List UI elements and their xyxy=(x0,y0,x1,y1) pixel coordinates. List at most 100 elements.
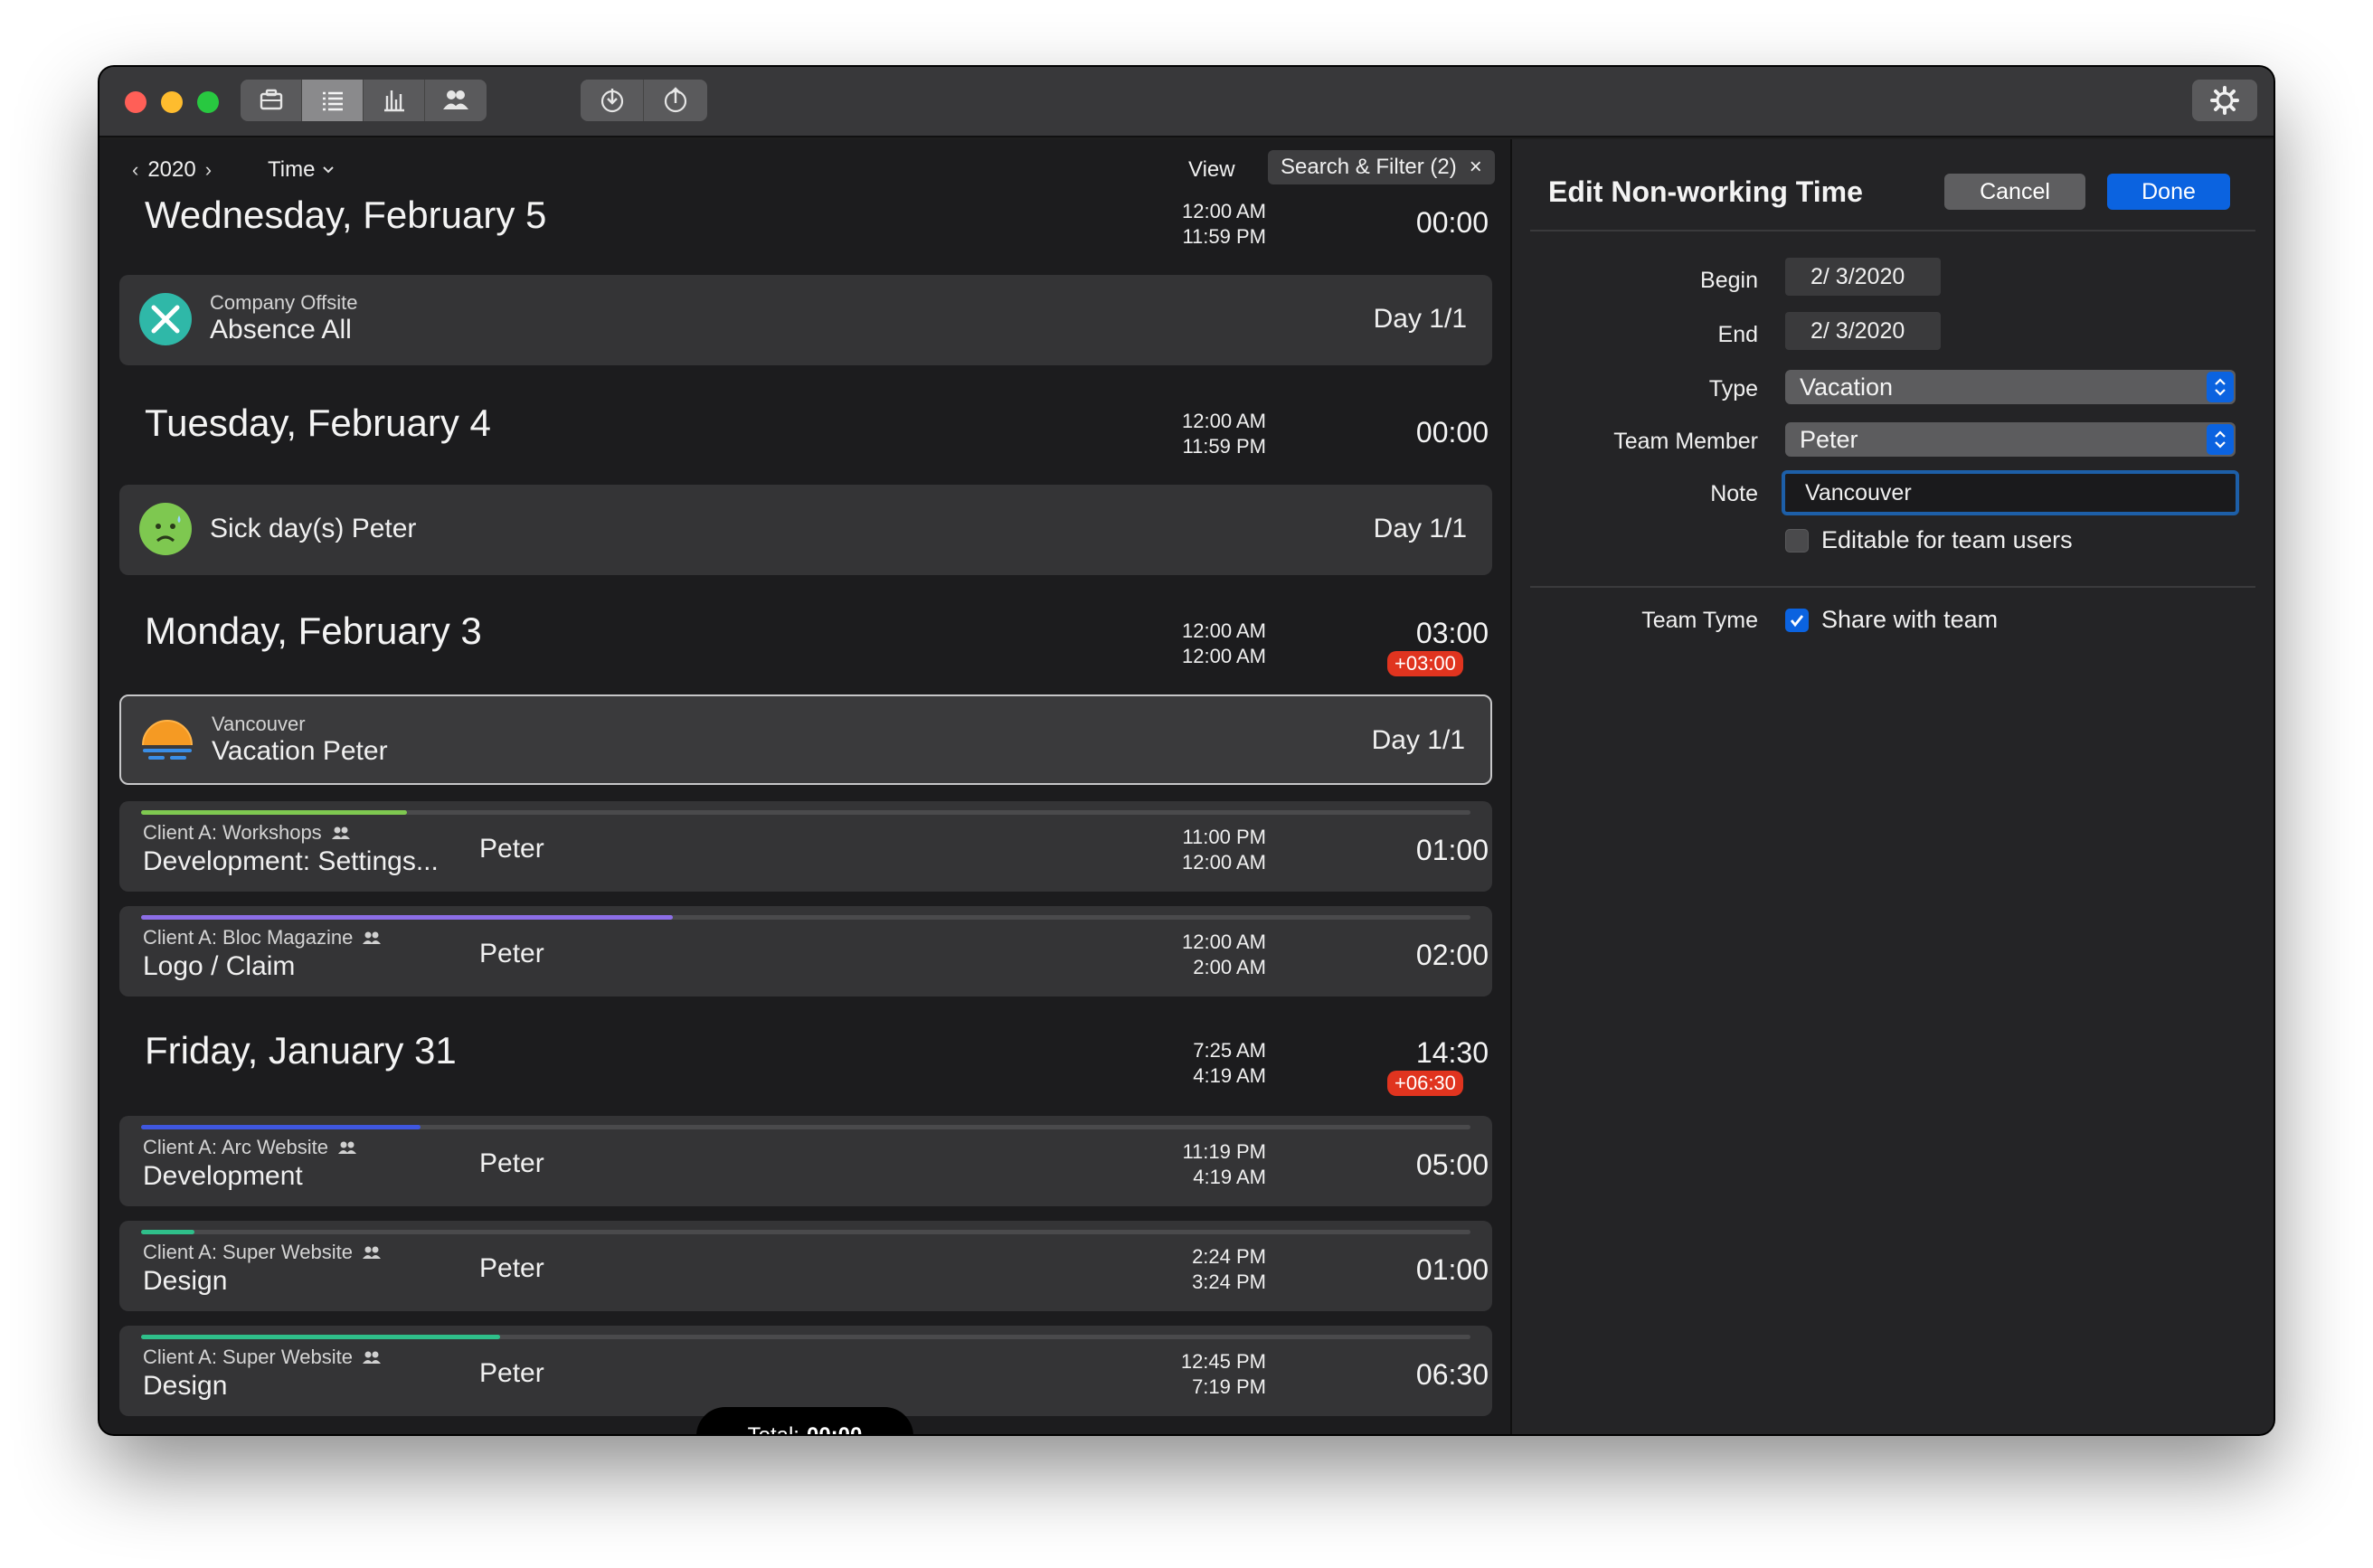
note-field[interactable]: Vancouver xyxy=(1782,470,2239,515)
total-value: 00:00 xyxy=(807,1423,862,1434)
progress-track xyxy=(141,915,1470,920)
begin-label: Begin xyxy=(1700,268,1758,293)
entry-project: Client A: Workshops xyxy=(143,821,351,845)
zoom-window-button[interactable] xyxy=(197,91,219,113)
view-menu[interactable]: View xyxy=(1188,157,1235,183)
day-end-time: 11:59 PM xyxy=(1182,435,1266,458)
done-button[interactable]: Done xyxy=(2107,174,2230,210)
entry-start: 11:19 PM xyxy=(1182,1140,1266,1163)
end-label: End xyxy=(1717,322,1758,347)
time-entry[interactable]: Client A: Workshops Development: Setting… xyxy=(119,801,1492,892)
gear-icon xyxy=(2210,86,2239,115)
day-end-time: 11:59 PM xyxy=(1182,225,1266,248)
overtime-badge: +06:30 xyxy=(1387,1071,1463,1096)
time-entry[interactable]: Client A: Super Website Design Peter 2:2… xyxy=(119,1221,1492,1311)
panel-title: Edit Non-working Time xyxy=(1548,175,1863,208)
team-view-button[interactable] xyxy=(425,80,487,121)
end-date-field[interactable]: 2/ 3/2020 xyxy=(1785,312,1941,350)
close-window-button[interactable] xyxy=(125,91,147,113)
share-checkbox-label: Share with team xyxy=(1821,606,1999,633)
divider xyxy=(1530,230,2255,231)
entry-project: Client A: Super Website xyxy=(143,1346,382,1369)
clear-filter-icon[interactable]: × xyxy=(1470,155,1482,180)
absence-card[interactable]: Sick day(s) Peter Day 1/1 xyxy=(119,485,1492,575)
type-label: Type xyxy=(1708,376,1758,401)
entry-person: Peter xyxy=(479,939,544,968)
entry-start: 12:45 PM xyxy=(1180,1350,1266,1373)
minimize-window-button[interactable] xyxy=(161,91,183,113)
team-icon xyxy=(331,827,350,839)
offsite-icon xyxy=(139,293,192,345)
export-button[interactable] xyxy=(644,80,707,121)
team-icon xyxy=(363,931,382,944)
chevron-left-icon[interactable]: ‹ xyxy=(132,158,138,182)
note-label: Note xyxy=(1710,481,1758,506)
statistics-view-button[interactable] xyxy=(364,80,425,121)
import-button[interactable] xyxy=(581,80,644,121)
begin-date-field[interactable]: 2/ 3/2020 xyxy=(1785,258,1941,296)
entry-time-range: 11:00 PM 12:00 AM xyxy=(1176,825,1266,875)
day-total: 00:00 xyxy=(1415,416,1489,449)
day-time-range: 12:00 AM 11:59 PM xyxy=(1176,409,1266,459)
popup-arrows-icon xyxy=(2207,372,2234,402)
project-label: Client A: Super Website xyxy=(143,1346,353,1368)
team-member-label: Team Member xyxy=(1613,429,1758,454)
total-pill: Total: 00:00 xyxy=(696,1407,913,1434)
absence-day-count: Day 1/1 xyxy=(1373,304,1467,334)
search-filter-label: Search & Filter (2) xyxy=(1281,155,1457,179)
entry-end: 2:00 AM xyxy=(1193,956,1266,978)
progress-track xyxy=(141,1230,1470,1234)
absence-card-selected[interactable]: Vancouver Vacation Peter Day 1/1 xyxy=(119,694,1492,785)
progress-fill xyxy=(141,1230,194,1234)
entry-duration: 05:00 xyxy=(1415,1148,1489,1181)
entry-time-range: 12:00 AM 2:00 AM xyxy=(1176,930,1266,980)
entry-project: Client A: Bloc Magazine xyxy=(143,926,382,949)
list-view-button[interactable] xyxy=(302,80,364,121)
project-label: Client A: Super Website xyxy=(143,1241,353,1263)
timeline-list: ‹ 2020 › Time View Search & Filter (2) ×… xyxy=(99,139,1510,1434)
day-end-time: 12:00 AM xyxy=(1182,645,1266,667)
popup-arrows-icon xyxy=(2207,424,2234,455)
edit-panel: Edit Non-working Time Cancel Done Begin … xyxy=(1510,139,2274,1434)
entry-task: Development xyxy=(143,1161,303,1191)
time-entry[interactable]: Client A: Super Website Design Peter 12:… xyxy=(119,1326,1492,1416)
team-icon xyxy=(443,90,468,109)
editable-checkbox[interactable] xyxy=(1785,529,1809,553)
list-icon xyxy=(322,91,343,111)
sick-icon xyxy=(139,503,192,555)
absence-day-count: Day 1/1 xyxy=(1373,514,1467,543)
time-menu[interactable]: Time xyxy=(268,157,335,183)
search-filter-button[interactable]: Search & Filter (2) × xyxy=(1268,150,1495,184)
cancel-button[interactable]: Cancel xyxy=(1944,174,2085,210)
time-entry[interactable]: Client A: Bloc Magazine Logo / Claim Pet… xyxy=(119,906,1492,997)
vacation-icon xyxy=(141,714,194,767)
absence-title: Absence All xyxy=(210,315,352,345)
type-select[interactable]: Vacation xyxy=(1785,370,2236,404)
entry-duration: 01:00 xyxy=(1415,834,1489,866)
entry-start: 12:00 AM xyxy=(1182,930,1266,953)
progress-track xyxy=(141,1125,1470,1129)
entry-start: 2:24 PM xyxy=(1192,1245,1266,1268)
project-label: Client A: Arc Website xyxy=(143,1136,329,1158)
upload-icon xyxy=(664,87,687,113)
overtime-badge: +03:00 xyxy=(1387,651,1463,676)
entry-duration: 02:00 xyxy=(1415,939,1489,971)
progress-track xyxy=(141,1335,1470,1339)
share-checkbox[interactable] xyxy=(1785,609,1809,632)
entry-duration: 06:30 xyxy=(1415,1358,1489,1391)
year-label: 2020 xyxy=(147,157,196,182)
chevron-right-icon[interactable]: › xyxy=(205,158,212,182)
progress-fill xyxy=(141,810,407,815)
project-label: Client A: Workshops xyxy=(143,821,322,844)
time-entry[interactable]: Client A: Arc Website Development Peter … xyxy=(119,1116,1492,1206)
entry-time-range: 2:24 PM 3:24 PM xyxy=(1176,1244,1266,1295)
settings-button[interactable] xyxy=(2192,80,2257,121)
team-member-select[interactable]: Peter xyxy=(1785,422,2236,457)
day-title: Friday, January 31 xyxy=(145,1029,457,1072)
absence-card[interactable]: Company Offsite Absence All Day 1/1 xyxy=(119,275,1492,365)
project-label: Client A: Bloc Magazine xyxy=(143,926,354,949)
projects-view-button[interactable] xyxy=(241,80,302,121)
day-end-time: 4:19 AM xyxy=(1193,1064,1266,1087)
team-icon xyxy=(362,1246,381,1259)
day-title: Monday, February 3 xyxy=(145,609,482,652)
